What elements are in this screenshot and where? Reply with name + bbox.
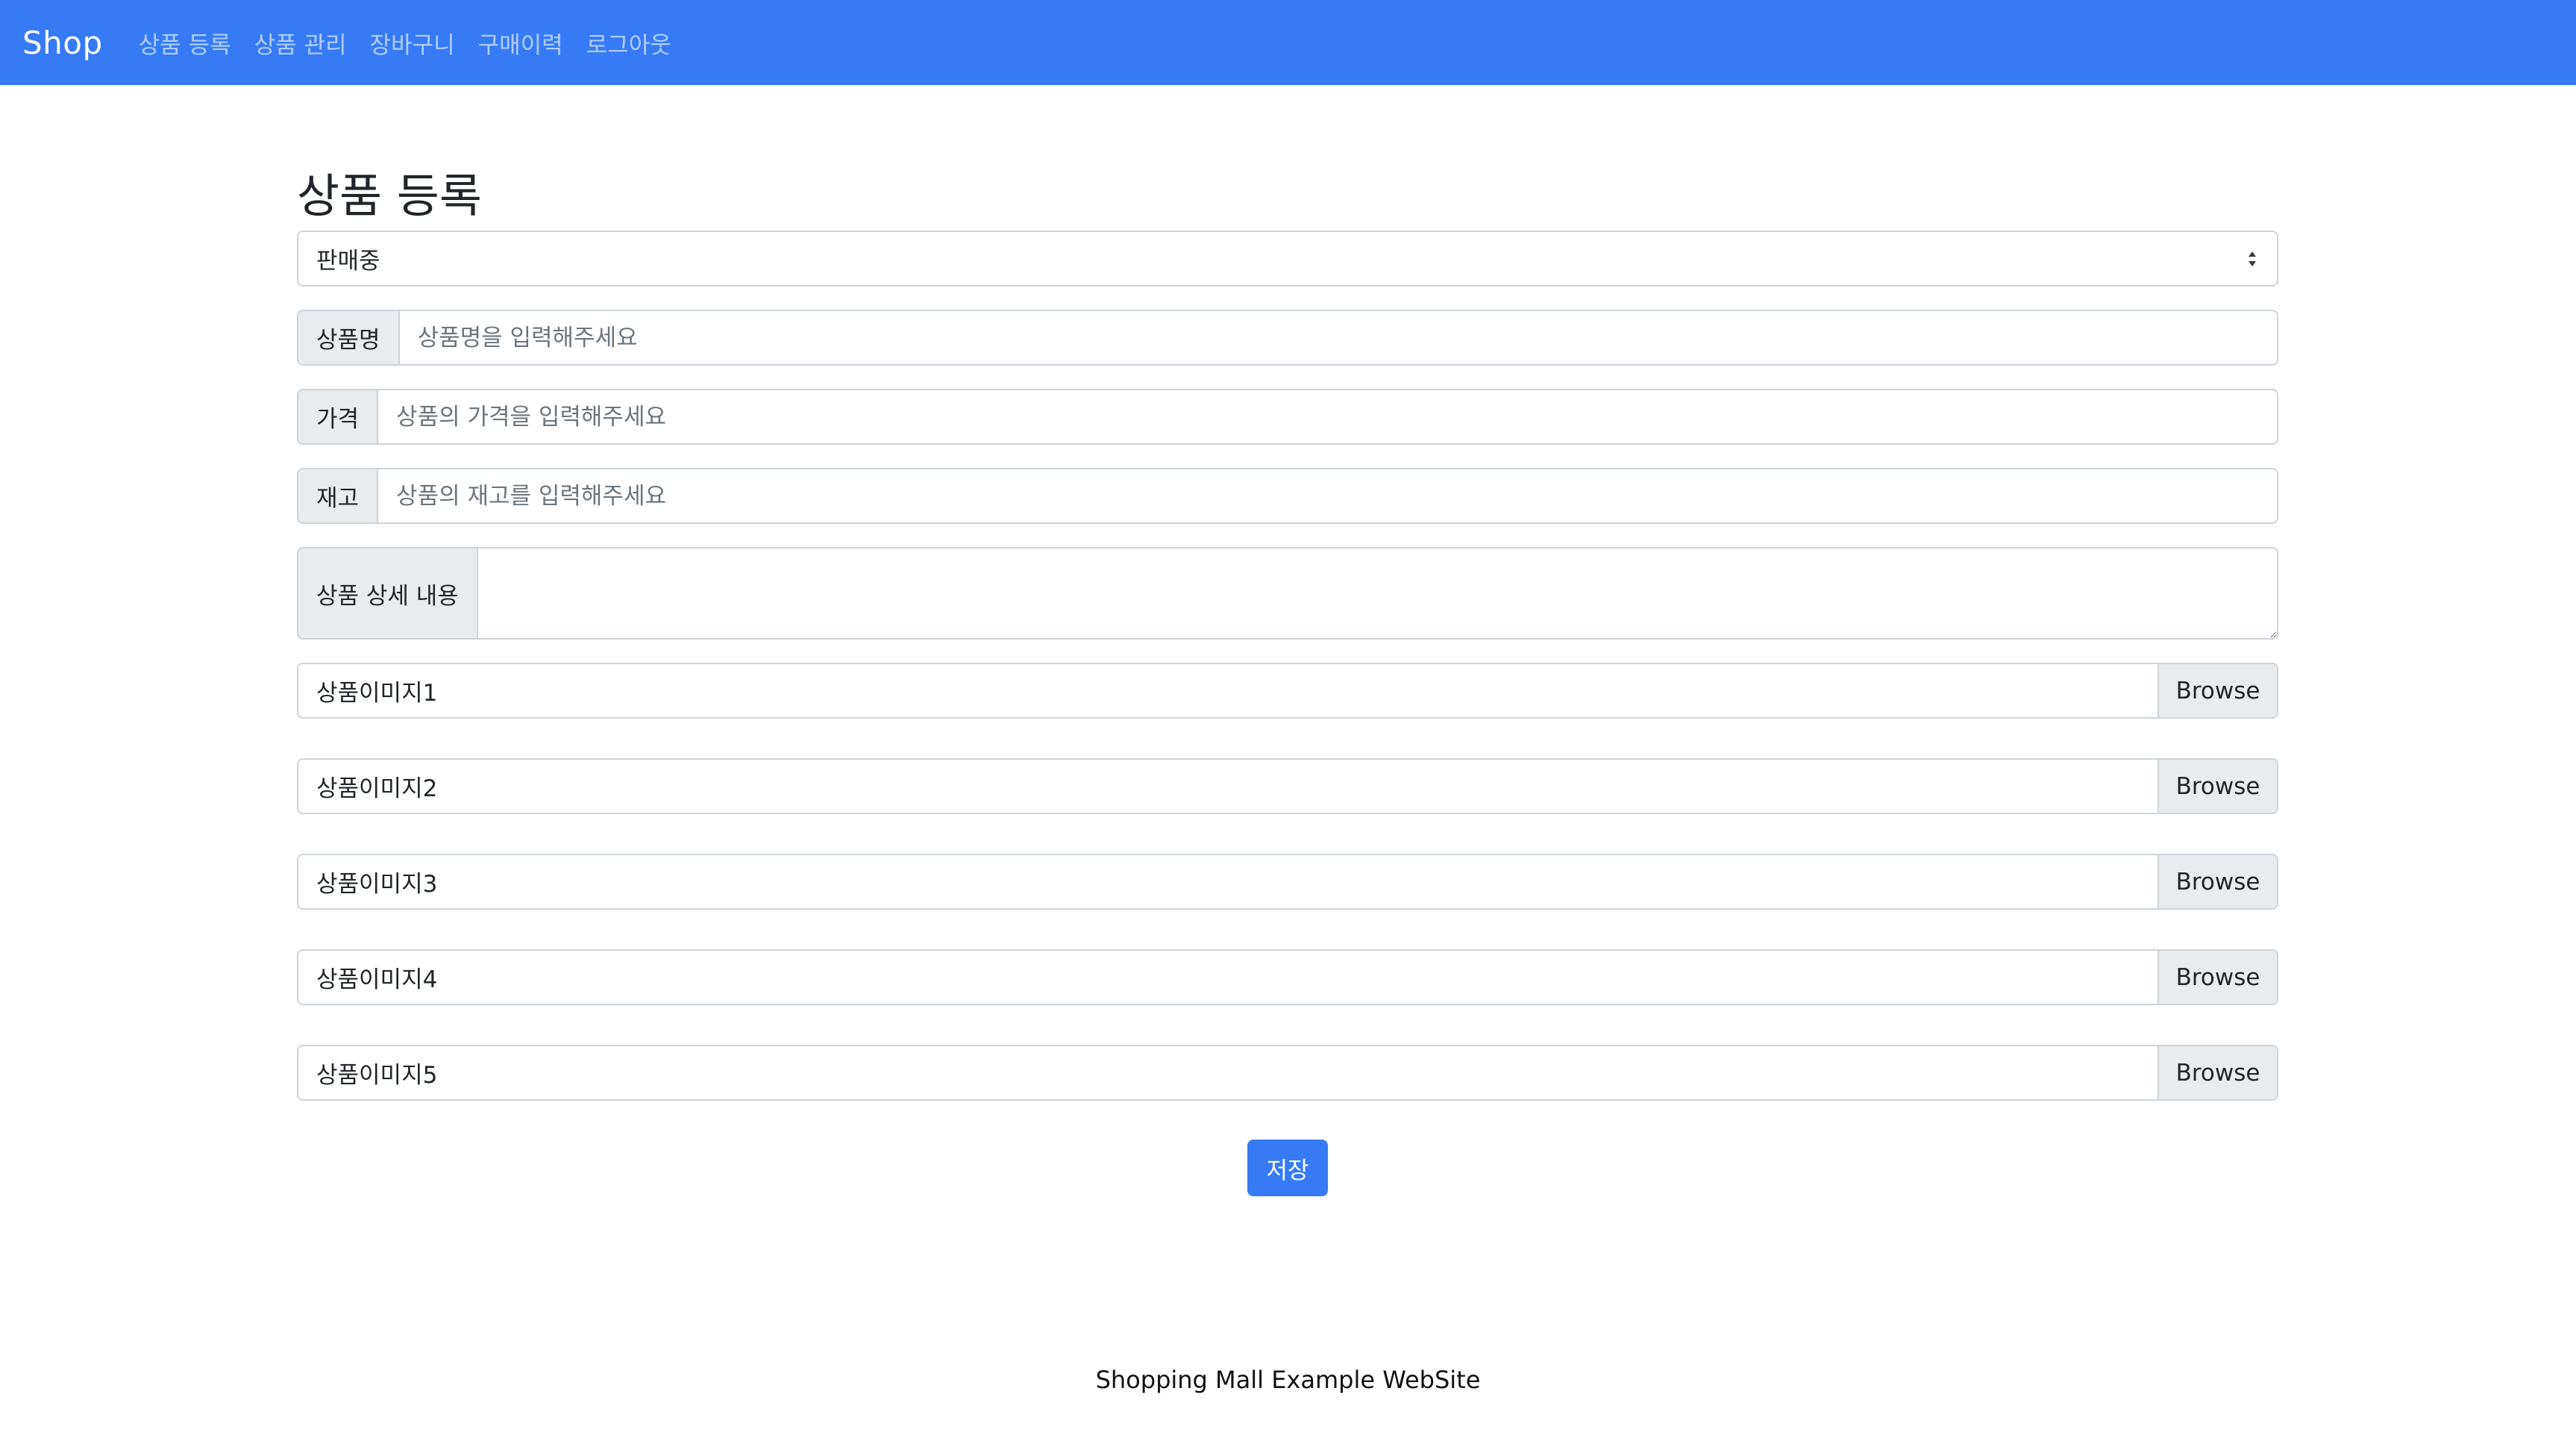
footer-text: Shopping Mall Example WebSite bbox=[1095, 1366, 1481, 1394]
brand-link[interactable]: Shop bbox=[22, 25, 103, 61]
detail-label: 상품 상세 내용 bbox=[297, 547, 477, 640]
image-upload-label: 상품이미지5 bbox=[316, 1062, 438, 1089]
detail-group: 상품 상세 내용 bbox=[297, 547, 2278, 640]
nav-link-product-register[interactable]: 상품 등록 bbox=[139, 26, 231, 60]
image-upload-label: 상품이미지2 bbox=[316, 775, 438, 802]
nav-link-order-history[interactable]: 구매이력 bbox=[478, 26, 563, 60]
price-label: 가격 bbox=[297, 389, 377, 445]
image-upload-5[interactable]: 상품이미지5 Browse bbox=[297, 1045, 2278, 1101]
browse-button[interactable]: Browse bbox=[2157, 1046, 2277, 1099]
price-input[interactable] bbox=[377, 389, 2278, 445]
save-button[interactable]: 저장 bbox=[1247, 1140, 1328, 1196]
sell-status-select[interactable]: 판매중 bbox=[297, 231, 2278, 287]
browse-button[interactable]: Browse bbox=[2157, 760, 2277, 813]
sell-status-value: 판매중 bbox=[316, 248, 380, 275]
browse-button[interactable]: Browse bbox=[2157, 664, 2277, 717]
page-title: 상품 등록 bbox=[297, 169, 482, 223]
stock-label: 재고 bbox=[297, 468, 377, 524]
image-upload-label: 상품이미지3 bbox=[316, 871, 438, 898]
image-upload-label: 상품이미지1 bbox=[316, 680, 438, 707]
image-upload-4[interactable]: 상품이미지4 Browse bbox=[297, 949, 2278, 1005]
browse-button[interactable]: Browse bbox=[2157, 951, 2277, 1004]
stock-group: 재고 bbox=[297, 468, 2278, 524]
stock-input[interactable] bbox=[377, 468, 2278, 524]
nav-link-cart[interactable]: 장바구니 bbox=[370, 26, 455, 60]
browse-button[interactable]: Browse bbox=[2157, 855, 2277, 908]
image-upload-3[interactable]: 상품이미지3 Browse bbox=[297, 854, 2278, 910]
price-group: 가격 bbox=[297, 389, 2278, 445]
product-name-group: 상품명 bbox=[297, 310, 2278, 366]
product-name-label: 상품명 bbox=[297, 310, 398, 366]
nav-link-logout[interactable]: 로그아웃 bbox=[586, 26, 671, 60]
image-upload-label: 상품이미지4 bbox=[316, 966, 438, 993]
nav-link-product-manage[interactable]: 상품 관리 bbox=[254, 26, 347, 60]
image-upload-1[interactable]: 상품이미지1 Browse bbox=[297, 663, 2278, 719]
select-arrows-icon bbox=[2248, 251, 2256, 266]
page: Shop 상품 등록 상품 관리 장바구니 구매이력 로그아웃 상품 등록 판매… bbox=[0, 0, 2576, 1447]
image-upload-2[interactable]: 상품이미지2 Browse bbox=[297, 758, 2278, 814]
detail-textarea[interactable] bbox=[476, 547, 2278, 640]
navbar: Shop 상품 등록 상품 관리 장바구니 구매이력 로그아웃 bbox=[0, 0, 2576, 85]
product-name-input[interactable] bbox=[398, 310, 2278, 366]
